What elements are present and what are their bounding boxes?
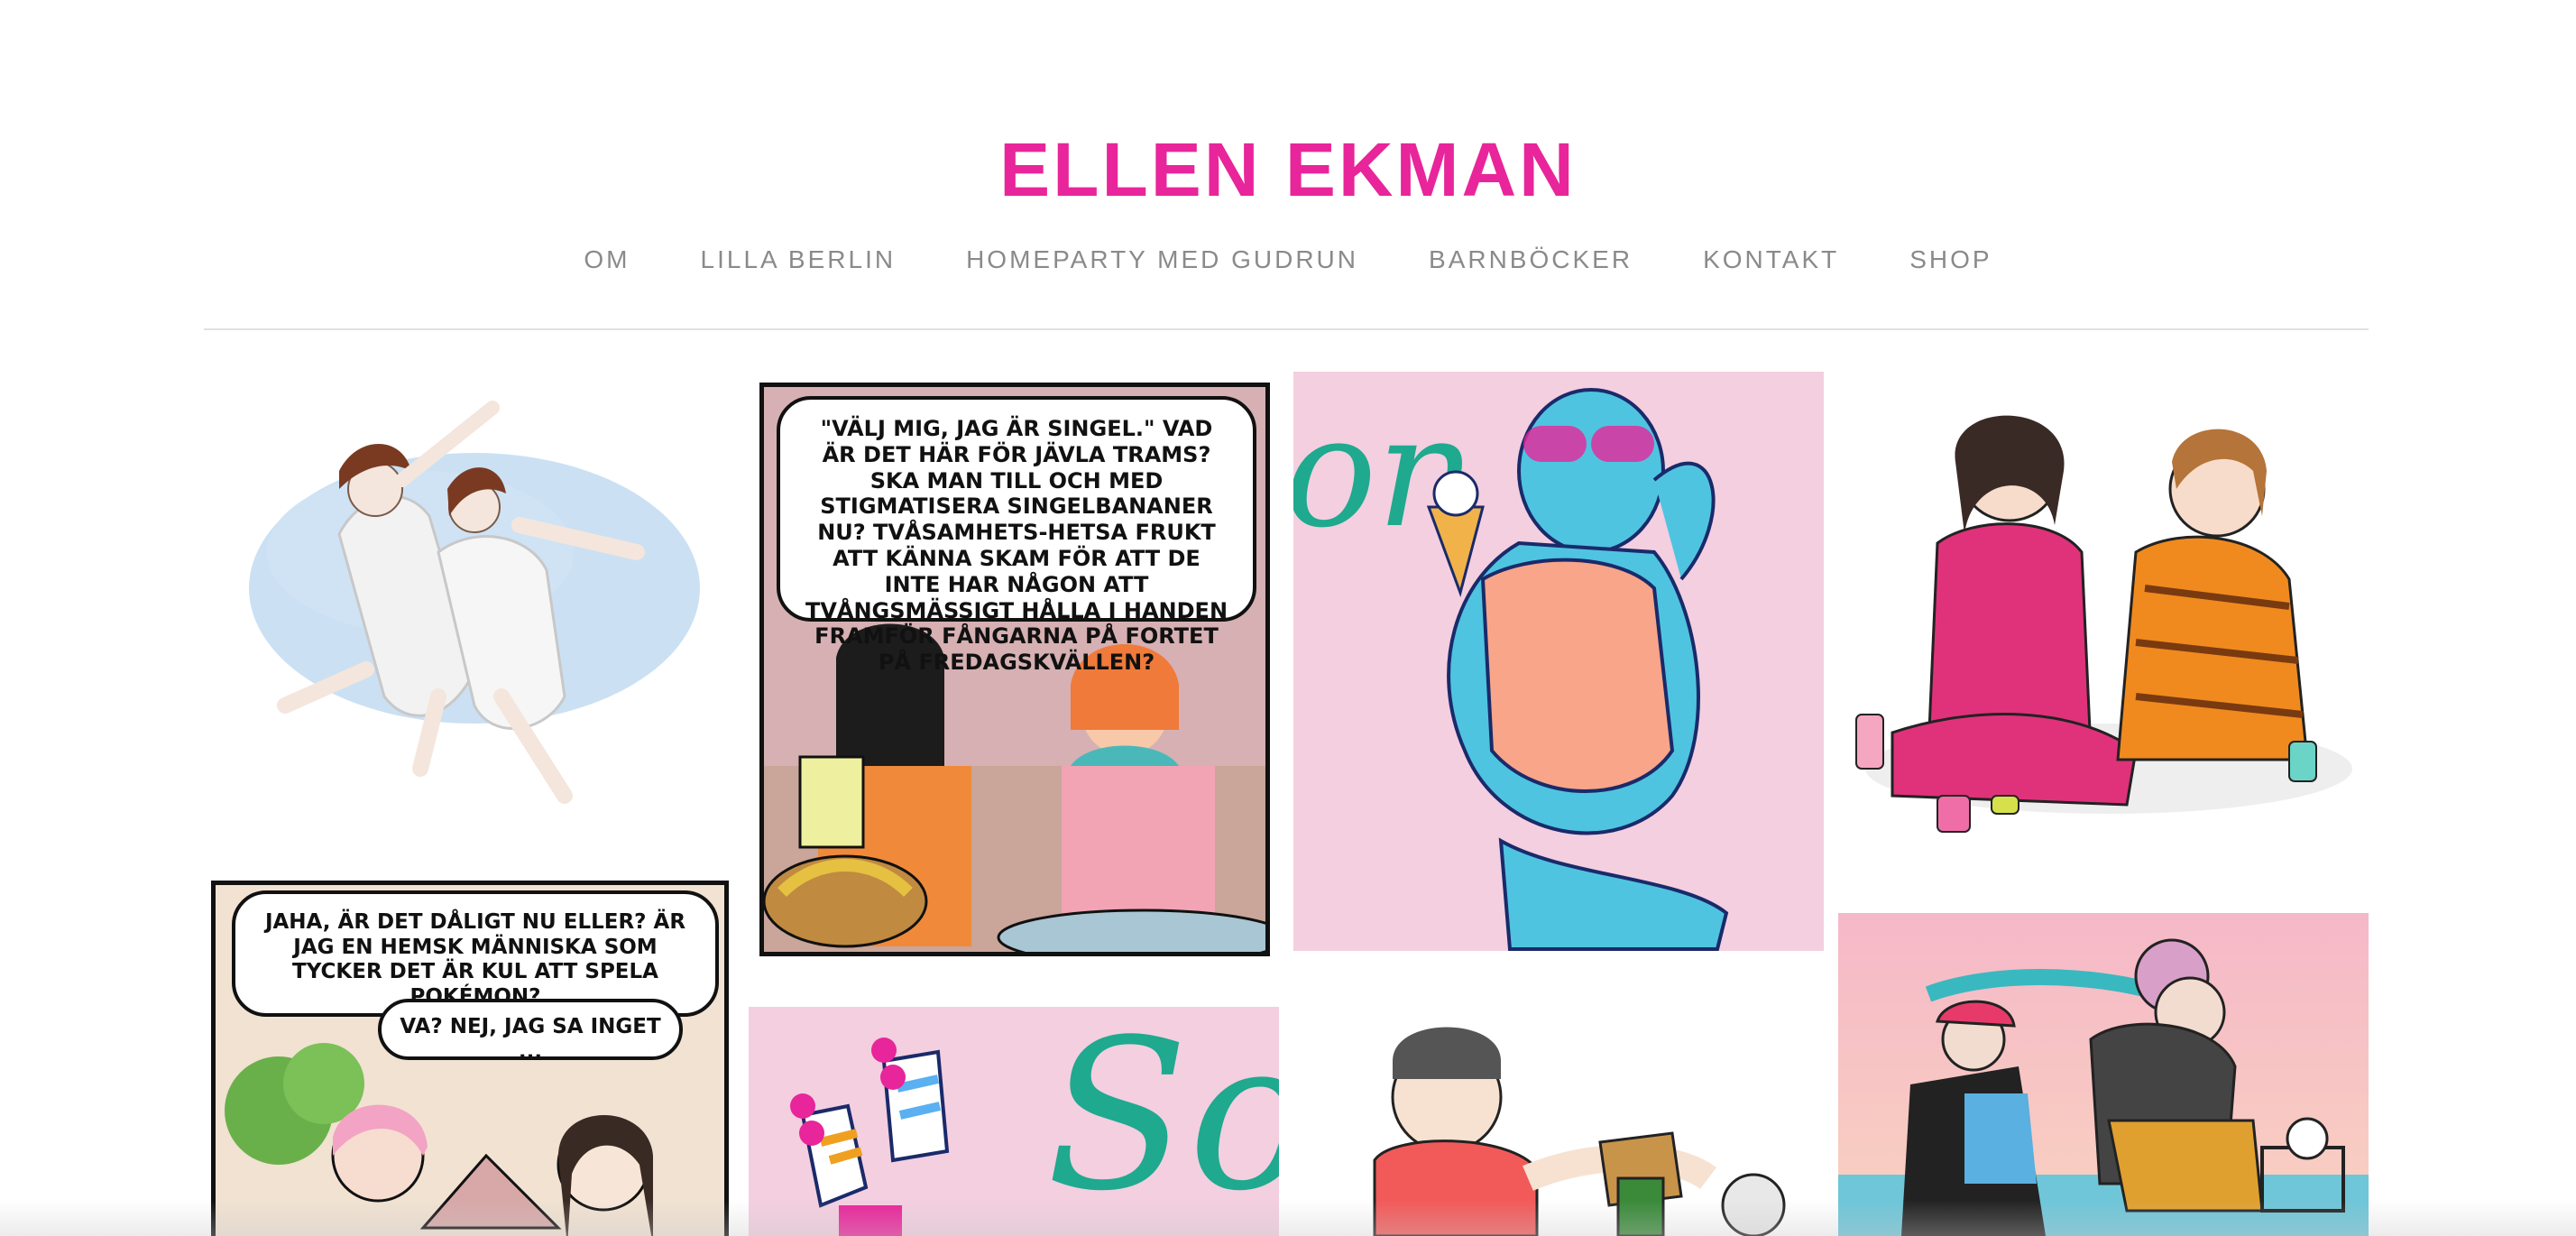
swimsuit-illustration-image: on bbox=[1293, 372, 1824, 951]
pokemon-comic-speech-bubble-1: JAHA, ÄR DET DÅLIGT NU ELLER? ÄR JAG EN … bbox=[232, 890, 719, 1017]
nav-item-kontakt[interactable]: KONTAKT bbox=[1703, 245, 1839, 274]
nail-polish-illustration-image bbox=[1838, 372, 2369, 873]
gallery-tile-angels[interactable] bbox=[204, 372, 734, 823]
nav-item-homeparty-med-gudrun[interactable]: HOMEPARTY MED GUDRUN bbox=[966, 245, 1358, 274]
gallery-tile-nail-polish[interactable] bbox=[1838, 372, 2369, 873]
page-bottom-fade bbox=[0, 1200, 2576, 1236]
gallery-tile-swimsuit[interactable]: on bbox=[1293, 372, 1824, 951]
gallery-tile-singel-comic[interactable]: "VÄLJ MIG, JAG ÄR SINGEL." VAD ÄR DET HÄ… bbox=[749, 372, 1279, 967]
pokemon-comic-panel: JAHA, ÄR DET DÅLIGT NU ELLER? ÄR JAG EN … bbox=[211, 881, 729, 1236]
bike-ride-illustration-image bbox=[1838, 913, 2369, 1236]
gallery-tile-pokemon-comic[interactable]: JAHA, ÄR DET DÅLIGT NU ELLER? ÄR JAG EN … bbox=[204, 873, 734, 1236]
nav-item-shop[interactable]: SHOP bbox=[1909, 245, 1992, 274]
singel-comic-panel: "VÄLJ MIG, JAG ÄR SINGEL." VAD ÄR DET HÄ… bbox=[759, 383, 1270, 956]
nav-item-om[interactable]: OM bbox=[584, 245, 630, 274]
gallery-tile-bike-ride[interactable] bbox=[1838, 913, 2369, 1236]
nav-item-lilla-berlin[interactable]: LILLA BERLIN bbox=[701, 245, 897, 274]
singel-comic-speech-bubble: "VÄLJ MIG, JAG ÄR SINGEL." VAD ÄR DET HÄ… bbox=[777, 396, 1256, 675]
header-divider bbox=[204, 328, 2369, 330]
site-title[interactable]: ELLEN EKMAN bbox=[0, 126, 2576, 214]
angels-illustration-image bbox=[204, 372, 734, 823]
nav-item-barnbocker[interactable]: BARNBÖCKER bbox=[1429, 245, 1633, 274]
pokemon-comic-speech-bubble-2: VA? NEJ, JAG SA INGET ... bbox=[378, 999, 683, 1064]
main-nav: OM LILLA BERLIN HOMEPARTY MED GUDRUN BAR… bbox=[0, 245, 2576, 274]
